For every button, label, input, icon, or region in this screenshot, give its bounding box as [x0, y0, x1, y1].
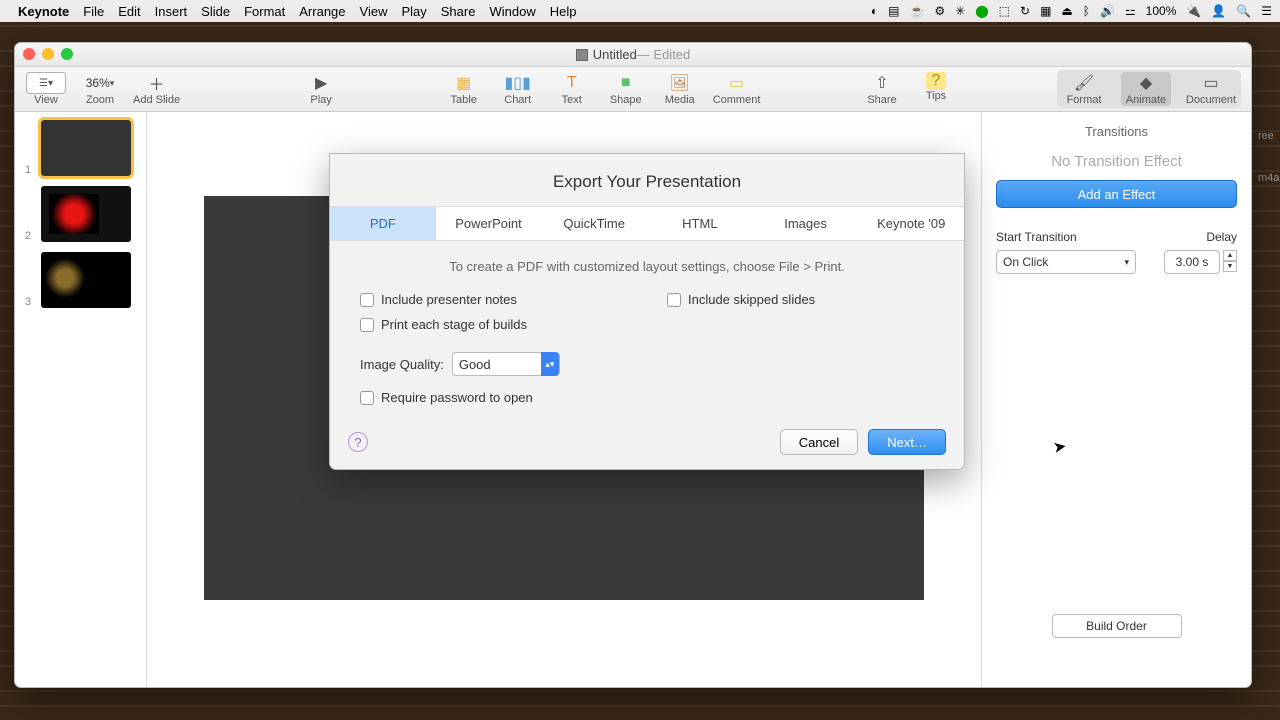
comment-button[interactable]: ▭Comment — [713, 72, 761, 106]
delay-field[interactable]: 3.00 s — [1164, 250, 1220, 274]
menu-arrange[interactable]: Arrange — [299, 4, 345, 19]
dialog-body: To create a PDF with customized layout s… — [330, 241, 964, 421]
menu-help[interactable]: Help — [550, 4, 577, 19]
slide-navigator[interactable]: 1 2 3 — [15, 112, 147, 687]
spotlight-icon[interactable]: 🔍 — [1236, 4, 1251, 18]
add-effect-button[interactable]: Add an Effect — [996, 180, 1237, 208]
titlebar[interactable]: Untitled — Edited — [15, 43, 1251, 67]
checkbox-icon[interactable] — [360, 391, 374, 405]
slide-thumb-1[interactable]: 1 — [41, 120, 131, 176]
menu-share[interactable]: Share — [441, 4, 476, 19]
dialog-hint: To create a PDF with customized layout s… — [360, 259, 934, 274]
tab-keynote09[interactable]: Keynote '09 — [858, 207, 964, 240]
shape-button[interactable]: ■Shape — [605, 72, 647, 106]
tips-button[interactable]: ?Tips — [915, 72, 957, 106]
tab-powerpoint[interactable]: PowerPoint — [436, 207, 542, 240]
slide-thumb-3[interactable]: 3 — [41, 252, 131, 308]
status-icon[interactable]: ▤ — [888, 4, 899, 18]
menu-slide[interactable]: Slide — [201, 4, 230, 19]
no-transition-label: No Transition Effect — [996, 153, 1237, 170]
keynote-window: Untitled — Edited ☰▾View 36%▾Zoom ＋Add S… — [14, 42, 1252, 688]
menu-window[interactable]: Window — [489, 4, 535, 19]
traffic-lights — [23, 48, 73, 60]
share-button[interactable]: ⇧Share — [861, 72, 903, 106]
media-button[interactable]: 🖼Media — [659, 72, 701, 106]
chart-button[interactable]: ▮▯▮Chart — [497, 72, 539, 106]
chevron-updown-icon: ▴▾ — [541, 352, 559, 376]
delay-stepper[interactable]: ▲▼ — [1223, 250, 1237, 274]
menu-play[interactable]: Play — [401, 4, 426, 19]
image-quality-select[interactable]: Good▴▾ — [452, 352, 560, 376]
toolbar: ☰▾View 36%▾Zoom ＋Add Slide ▶Play ▦Table … — [15, 67, 1251, 112]
bluetooth-icon[interactable]: ᛒ — [1083, 4, 1090, 18]
document-button[interactable]: ▭Document — [1183, 72, 1239, 106]
view-button[interactable]: ☰▾View — [25, 72, 67, 106]
zoom-button[interactable]: 36%▾Zoom — [79, 72, 121, 106]
text-button[interactable]: TText — [551, 72, 593, 106]
image-quality-label: Image Quality: — [360, 357, 444, 372]
menu-format[interactable]: Format — [244, 4, 285, 19]
status-icon[interactable]: ↻ — [1020, 4, 1030, 18]
chk-presenter-notes[interactable]: Include presenter notes — [360, 292, 527, 307]
animate-button[interactable]: ◆Animate — [1121, 72, 1171, 106]
checkbox-icon[interactable] — [667, 293, 681, 307]
status-icon[interactable]: ☕ — [909, 4, 924, 18]
desktop-obscured: ree m4a — [1258, 130, 1280, 184]
wifi-icon[interactable]: ⚍ — [1125, 4, 1136, 18]
menu-edit[interactable]: Edit — [118, 4, 140, 19]
close-button[interactable] — [23, 48, 35, 60]
export-tabs: PDF PowerPoint QuickTime HTML Images Key… — [330, 206, 964, 241]
status-icon[interactable]: ✳ — [955, 4, 965, 18]
window-title: Untitled — [593, 47, 637, 62]
inspector: Transitions No Transition Effect Add an … — [981, 112, 1251, 687]
dialog-title: Export Your Presentation — [330, 154, 964, 206]
cancel-button[interactable]: Cancel — [780, 429, 858, 455]
app-name[interactable]: Keynote — [18, 4, 69, 19]
battery-pct[interactable]: 100% — [1146, 4, 1177, 18]
chk-skipped-slides[interactable]: Include skipped slides — [667, 292, 815, 307]
start-transition-label: Start Transition — [996, 230, 1077, 244]
delay-label: Delay — [1206, 230, 1237, 244]
checkbox-icon[interactable] — [360, 293, 374, 307]
status-icon[interactable]: ▦ — [1040, 4, 1051, 18]
menu-insert[interactable]: Insert — [155, 4, 188, 19]
start-transition-select[interactable]: On Click▾ — [996, 250, 1136, 274]
battery-icon[interactable]: 🔌 — [1186, 4, 1201, 18]
status-icon[interactable]: ⏏ — [1061, 4, 1072, 18]
table-button[interactable]: ▦Table — [443, 72, 485, 106]
export-dialog: Export Your Presentation PDF PowerPoint … — [329, 153, 965, 470]
format-button[interactable]: 🖌Format — [1059, 72, 1109, 106]
add-slide-button[interactable]: ＋Add Slide — [133, 72, 180, 106]
tab-images[interactable]: Images — [753, 207, 859, 240]
tab-quicktime[interactable]: QuickTime — [541, 207, 647, 240]
inspector-title: Transitions — [996, 124, 1237, 139]
build-order-button[interactable]: Build Order — [1052, 614, 1182, 638]
slide-thumb-2[interactable]: 2 — [41, 186, 131, 242]
status-icon[interactable]: ⬚ — [999, 4, 1010, 18]
status-icon[interactable]: ◐ — [871, 4, 878, 18]
chk-password[interactable]: Require password to open — [360, 390, 934, 405]
next-button[interactable]: Next… — [868, 429, 946, 455]
menubar-status: ◐ ▤ ☕ ⚙ ✳ ⬤ ⬚ ↻ ▦ ⏏ ᛒ 🔊 ⚍ 100% 🔌 👤 🔍 ☰ — [871, 4, 1272, 18]
status-icon[interactable]: ⬤ — [975, 4, 988, 18]
menu-file[interactable]: File — [83, 4, 104, 19]
edited-indicator: — Edited — [637, 47, 690, 62]
tab-pdf[interactable]: PDF — [330, 207, 436, 240]
checkbox-icon[interactable] — [360, 318, 374, 332]
play-button[interactable]: ▶Play — [300, 72, 342, 106]
chk-print-stages[interactable]: Print each stage of builds — [360, 317, 527, 332]
dialog-footer: ? Cancel Next… — [330, 421, 964, 455]
tab-html[interactable]: HTML — [647, 207, 753, 240]
document-icon — [576, 49, 588, 61]
help-icon[interactable]: ? — [348, 432, 368, 452]
menu-view[interactable]: View — [360, 4, 388, 19]
minimize-button[interactable] — [42, 48, 54, 60]
volume-icon[interactable]: 🔊 — [1100, 4, 1115, 18]
user-icon[interactable]: 👤 — [1211, 4, 1226, 18]
zoom-button[interactable] — [61, 48, 73, 60]
notification-icon[interactable]: ☰ — [1261, 4, 1272, 18]
status-icon[interactable]: ⚙ — [934, 4, 945, 18]
image-quality-row: Image Quality: Good▴▾ — [360, 352, 934, 376]
menubar: Keynote File Edit Insert Slide Format Ar… — [0, 0, 1280, 22]
